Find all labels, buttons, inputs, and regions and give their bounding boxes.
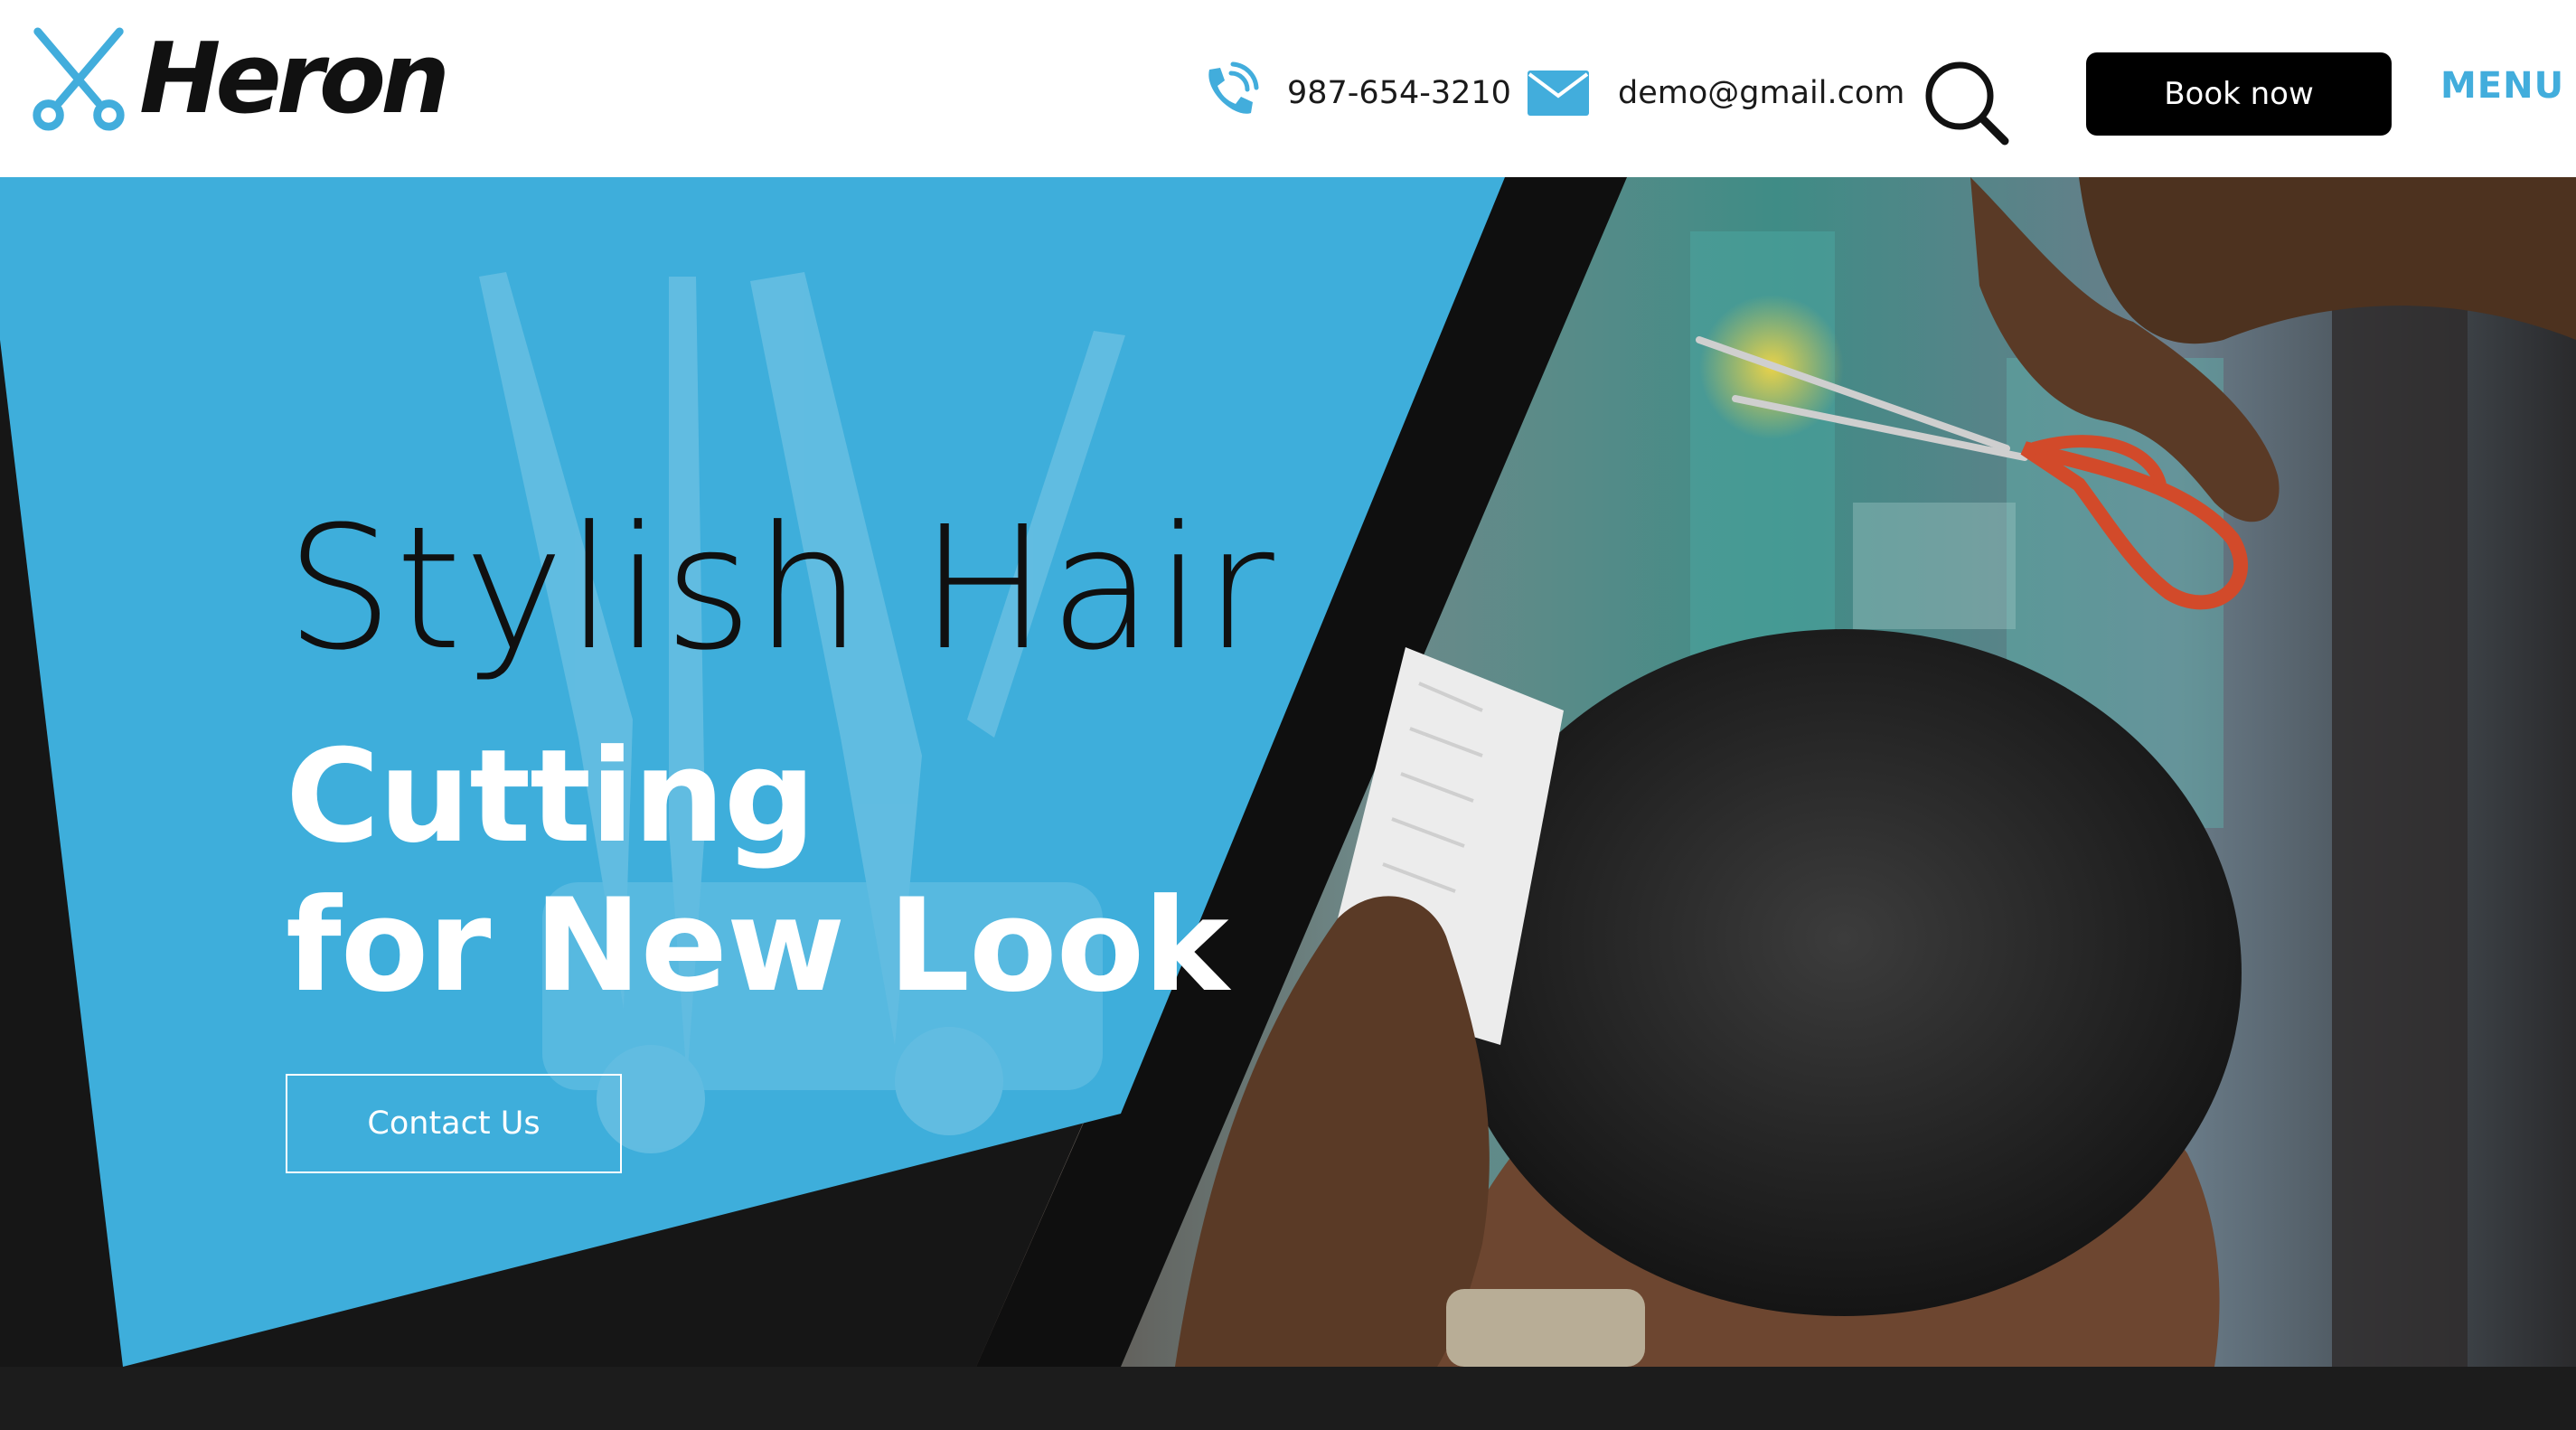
book-now-button[interactable]: Book now (2086, 52, 2392, 136)
hero-title-thin: Stylish Hair (286, 490, 1276, 688)
contact-us-button[interactable]: Contact Us (286, 1074, 622, 1173)
search-icon (1925, 61, 2009, 146)
site-header: Heron 987-654-3210 demo@gmail.com Book n… (0, 0, 2576, 177)
scissors-logo-icon (33, 27, 125, 131)
hero-section: Stylish Hair Cutting for New Look Contac… (0, 177, 2576, 1367)
search-button[interactable] (1923, 60, 2010, 146)
envelope-icon (1528, 71, 1589, 116)
phone-ring-icon (1208, 61, 1259, 114)
menu-button[interactable]: MENU (2440, 65, 2564, 110)
hero-title-line1: Cutting (286, 722, 815, 871)
email-address: demo@gmail.com (1618, 75, 1905, 111)
phone-number: 987-654-3210 (1287, 75, 1511, 111)
brand-name: Heron (139, 23, 450, 136)
hero-title-line2: for New Look (286, 870, 1229, 1021)
email-contact[interactable]: demo@gmail.com (1526, 61, 1904, 125)
phone-contact[interactable]: 987-654-3210 (1195, 61, 1511, 125)
brand-logo[interactable]: Heron (25, 23, 450, 136)
bottom-strip (0, 1367, 2576, 1430)
hero-heading: Stylish Hair Cutting for New Look (286, 504, 1276, 1021)
